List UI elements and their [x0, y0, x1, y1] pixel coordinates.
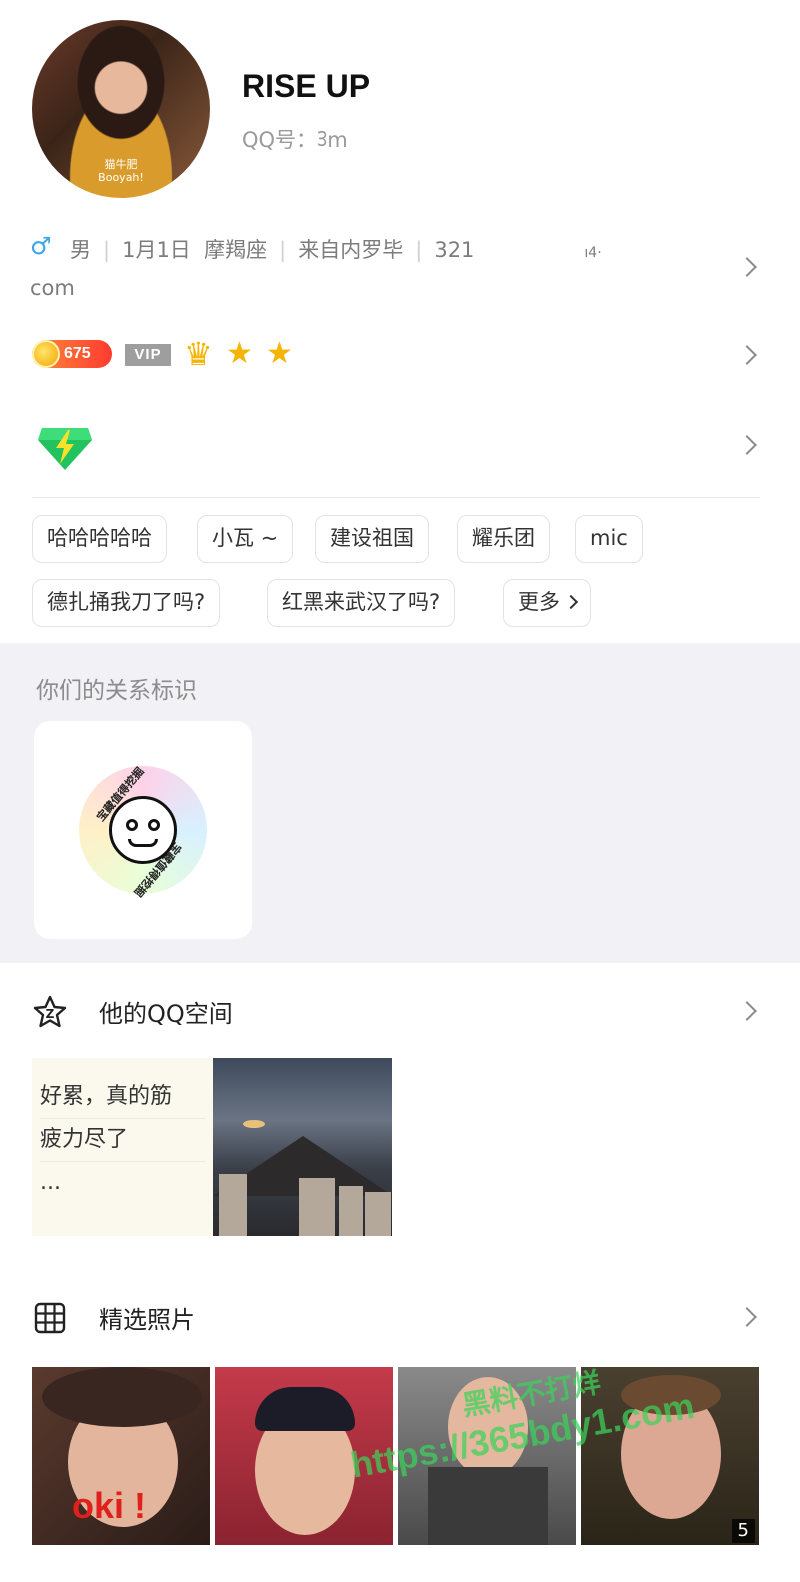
photos-row: oki ! 5 [32, 1367, 760, 1545]
separator: | [103, 238, 111, 262]
eye [148, 819, 160, 831]
face [448, 1377, 528, 1477]
game-badge-row[interactable] [0, 408, 800, 486]
post-text-line: 好累，真的筋 [40, 1076, 205, 1119]
photos-title: 精选照片 [99, 1306, 195, 1334]
building [219, 1174, 247, 1236]
chevron-right-icon [737, 345, 757, 365]
featured-photo[interactable]: oki ! [32, 1367, 210, 1545]
post-text-line: 疲力尽了 [40, 1119, 205, 1162]
coin-badge: 675 [32, 340, 112, 368]
more-tags-button[interactable]: 更多 [503, 579, 591, 627]
interest-tag[interactable]: 建设祖国 [315, 515, 429, 563]
mouth [128, 839, 158, 847]
photo-count-badge: 5 [731, 1519, 755, 1543]
birthday: 1月1日 [122, 238, 191, 262]
zodiac: 摩羯座 [204, 238, 268, 262]
qzone-title: 他的QQ空间 [99, 1000, 233, 1028]
relation-section: 你们的关系标识 宝藏值得挖掘 宝藏值得挖掘 [0, 643, 800, 963]
badge-row[interactable]: 675 VIP ♛ ★ ★ [0, 320, 800, 392]
extra-info-tail: ı4· [584, 245, 602, 261]
info-row[interactable]: ♂ 男 | 1月1日 摩羯座 | 来自内罗毕 | 321 ı4· com [0, 222, 800, 314]
avatar-caption: 猫牛肥 Booyah! [32, 158, 210, 184]
cap [255, 1387, 355, 1431]
extra-info: 321 [434, 238, 475, 262]
photos-header[interactable]: 精选照片 [0, 1288, 800, 1344]
hometown: 来自内罗毕 [298, 238, 404, 262]
post-text-line: ... [40, 1170, 61, 1195]
building [339, 1186, 363, 1236]
shirt [428, 1467, 548, 1545]
crown-icon: ♛ [184, 335, 213, 373]
interest-tag[interactable]: 德扎捅我刀了吗? [32, 579, 221, 627]
qq-number: QQ号：ᢃm [242, 128, 348, 152]
cloud-glow [243, 1120, 265, 1128]
qzone-header[interactable]: Z 他的QQ空间 [0, 982, 800, 1038]
featured-photo[interactable]: 5 [581, 1367, 759, 1545]
relation-title: 你们的关系标识 [36, 678, 197, 704]
divider [32, 497, 760, 498]
svg-text:Z: Z [46, 1007, 55, 1021]
lightning-shield-icon [38, 428, 92, 470]
relation-badge: 宝藏值得挖掘 宝藏值得挖掘 [79, 765, 207, 899]
avatar[interactable]: 猫牛肥 Booyah! [32, 20, 210, 198]
gender: 男 [70, 238, 91, 262]
avatar-caption-line1: 猫牛肥 [104, 158, 138, 171]
separator: | [279, 238, 287, 262]
building [365, 1192, 391, 1236]
info-continuation: com [30, 276, 75, 300]
qzone-star-icon: Z [33, 995, 67, 1028]
star-icon: ★ [266, 336, 293, 371]
more-tags-label: 更多 [518, 590, 560, 614]
coin-count: 675 [64, 345, 91, 362]
hair [42, 1367, 202, 1427]
interest-tag[interactable]: 小瓦 ~ [197, 515, 294, 563]
chevron-right-icon [737, 1307, 757, 1327]
separator: | [415, 238, 423, 262]
chevron-right-icon [737, 257, 757, 277]
interest-tag[interactable]: mic [575, 515, 643, 563]
male-icon: ♂ [30, 232, 52, 260]
relation-card[interactable]: 宝藏值得挖掘 宝藏值得挖掘 [34, 721, 252, 939]
chevron-right-icon [737, 435, 757, 455]
interest-tag[interactable]: 耀乐团 [457, 515, 550, 563]
photo-caption: oki ! [72, 1485, 147, 1526]
info-text: 男 | 1月1日 摩羯座 | 来自内罗毕 | 321 ı4· [70, 234, 602, 264]
post-landscape-image [213, 1058, 392, 1236]
coin-icon [32, 340, 60, 368]
featured-photo[interactable] [398, 1367, 576, 1545]
qzone-post-card[interactable]: 好累，真的筋 疲力尽了 ... [32, 1058, 392, 1236]
post-text-box: 好累，真的筋 疲力尽了 ... [32, 1058, 213, 1236]
interest-tag[interactable]: 哈哈哈哈哈 [32, 515, 167, 563]
grid-icon [34, 1302, 66, 1334]
avatar-caption-line2: Booyah! [98, 171, 144, 184]
nickname: RISE UP [242, 68, 371, 104]
chevron-right-icon [563, 594, 579, 610]
eye [126, 819, 138, 831]
star-icon: ★ [226, 336, 253, 371]
building [299, 1178, 335, 1236]
featured-photo[interactable] [215, 1367, 393, 1545]
interest-tag[interactable]: 红黑来武汉了吗? [267, 579, 456, 627]
chevron-right-icon [737, 1001, 757, 1021]
smiley-face-icon [109, 796, 177, 864]
profile-header: 猫牛肥 Booyah! RISE UP QQ号：ᢃm [0, 0, 800, 220]
vip-badge: VIP [125, 344, 171, 366]
hair [621, 1375, 721, 1415]
